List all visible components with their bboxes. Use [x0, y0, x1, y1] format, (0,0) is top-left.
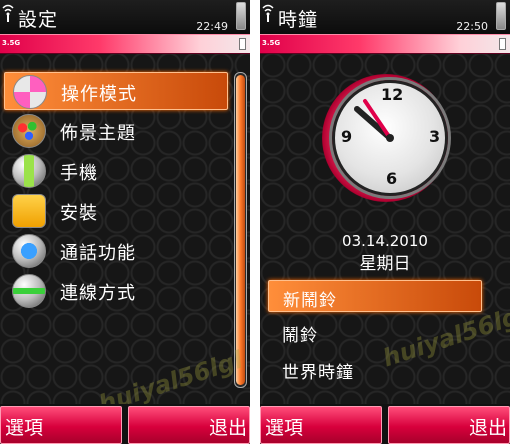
settings-screen: 設定 22:49 3.5G 操作模式 佈景主題 手機 安裝 通話功能 連線方式 …	[0, 0, 250, 444]
status-bar: 3.5G	[0, 34, 250, 54]
menu-item-theme[interactable]: 佈景主題	[4, 112, 226, 148]
clock-time: 22:50	[456, 20, 488, 33]
folder-icon	[12, 194, 46, 228]
clock-screen: 時鐘 22:50 3.5G 12 3 6 9 03.14.2010 星期日 新鬧…	[260, 0, 510, 444]
battery-icon	[236, 2, 246, 30]
battery-small-icon	[499, 38, 506, 50]
analog-clock: 12 3 6 9	[332, 80, 448, 196]
exit-label: 退出	[468, 417, 507, 439]
menu-item-label: 通話功能	[60, 243, 136, 264]
theme-palette-icon	[12, 114, 46, 148]
weekday-display: 星期日	[359, 254, 411, 274]
clock-center	[386, 134, 394, 142]
scrollbar[interactable]	[234, 72, 247, 388]
network-type: 3.5G	[262, 39, 281, 47]
mode-icon	[13, 75, 47, 109]
battery-icon	[496, 2, 506, 30]
scrollbar-thumb[interactable]	[236, 75, 245, 385]
menu-item-label: 新鬧鈴	[283, 291, 337, 311]
menu-item-world-clock[interactable]: 世界時鐘	[268, 353, 480, 383]
options-label: 選項	[265, 417, 304, 439]
menu-item-install[interactable]: 安裝	[4, 192, 226, 228]
menu-item-label: 世界時鐘	[282, 363, 354, 383]
menu-item-label: 操作模式	[61, 84, 137, 105]
divider	[250, 0, 260, 444]
date-display: 03.14.2010	[342, 232, 428, 250]
options-label: 選項	[5, 417, 44, 439]
battery-small-icon	[239, 38, 246, 50]
exit-softkey[interactable]: 退出	[388, 406, 510, 444]
connectivity-icon	[12, 274, 46, 308]
menu-item-label: 佈景主題	[60, 123, 136, 144]
menu-item-call-features[interactable]: 通話功能	[4, 232, 226, 268]
network-type: 3.5G	[2, 39, 21, 47]
menu-item-phone[interactable]: 手機	[4, 152, 226, 188]
status-bar: 3.5G	[260, 34, 510, 54]
menu-item-operation-mode[interactable]: 操作模式	[4, 72, 228, 110]
options-softkey[interactable]: 選項	[0, 406, 122, 444]
title-bar: 時鐘 22:50	[260, 0, 510, 34]
options-softkey[interactable]: 選項	[260, 406, 382, 444]
menu-item-label: 安裝	[60, 203, 98, 224]
phone-icon	[12, 154, 46, 188]
softkey-bar: 選項 退出	[0, 404, 250, 444]
menu-item-connectivity[interactable]: 連線方式	[4, 272, 226, 308]
exit-softkey[interactable]: 退出	[128, 406, 250, 444]
menu-item-label: 鬧鈴	[282, 326, 318, 346]
signal-icon	[2, 4, 14, 22]
menu-item-new-alarm[interactable]: 新鬧鈴	[268, 280, 482, 312]
clock-hands	[354, 99, 394, 142]
signal-icon	[262, 4, 274, 22]
title-bar: 設定 22:49	[0, 0, 250, 34]
clock-time: 22:49	[196, 20, 228, 33]
menu-item-label: 連線方式	[60, 283, 136, 304]
page-title: 時鐘	[278, 9, 319, 31]
menu-item-label: 手機	[60, 163, 98, 184]
page-title: 設定	[18, 9, 59, 31]
call-icon	[12, 234, 46, 268]
exit-label: 退出	[208, 417, 247, 439]
softkey-bar: 選項 退出	[260, 404, 510, 444]
